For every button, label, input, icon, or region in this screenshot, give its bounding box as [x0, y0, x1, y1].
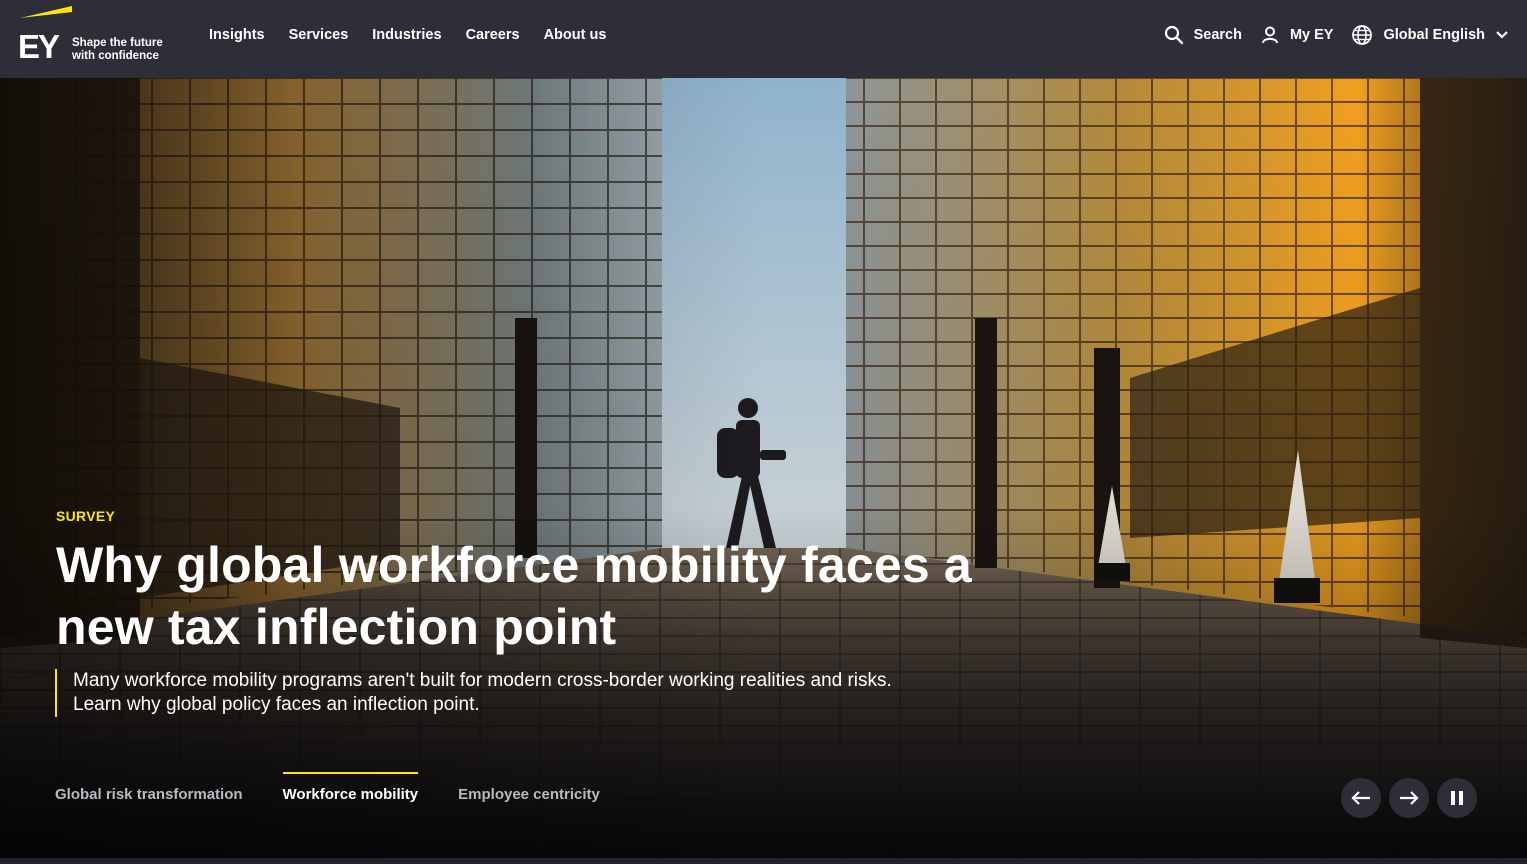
arrow-right-icon	[1400, 791, 1419, 805]
carousel-tabs: Global risk transformation Workforce mob…	[55, 772, 600, 818]
nav-item-careers[interactable]: Careers	[466, 24, 520, 46]
utility-nav: Search My EY Global English	[1164, 24, 1509, 46]
my-ey-button[interactable]: My EY	[1260, 24, 1334, 46]
hero-headline[interactable]: Why global workforce mobility faces a ne…	[56, 534, 1056, 658]
tab-global-risk-transformation[interactable]: Global risk transformation	[55, 772, 243, 818]
summary-line-1: Many workforce mobility programs aren't …	[73, 670, 892, 691]
logo-beam-icon	[20, 6, 72, 18]
my-ey-label: My EY	[1289, 27, 1334, 43]
search-button[interactable]: Search	[1164, 24, 1242, 46]
logo-tagline: Shape the future with confidence	[72, 37, 172, 62]
previous-slide-button[interactable]	[1341, 778, 1381, 818]
tagline-line-2: with confidence	[72, 49, 159, 62]
tab-employee-centricity[interactable]: Employee centricity	[458, 772, 600, 818]
arrow-left-icon	[1351, 791, 1370, 805]
tab-workforce-mobility[interactable]: Workforce mobility	[282, 772, 418, 818]
carousel-controls	[1341, 778, 1477, 818]
tagline-line-1: Shape the future	[72, 37, 163, 49]
main-nav: Insights Services Industries Careers Abo…	[209, 24, 606, 46]
nav-item-insights[interactable]: Insights	[209, 24, 265, 46]
pause-icon	[1451, 791, 1463, 805]
nav-item-services[interactable]: Services	[289, 24, 349, 46]
nav-item-about-us[interactable]: About us	[544, 24, 607, 46]
hero-summary: Many workforce mobility programs aren't …	[55, 669, 1015, 717]
pause-button[interactable]	[1437, 778, 1477, 818]
language-selector[interactable]: Global English	[1351, 24, 1509, 46]
headline-line-1: Why global workforce mobility faces a	[56, 537, 972, 593]
globe-icon	[1352, 25, 1373, 45]
user-icon	[1261, 26, 1278, 44]
hero-eyebrow: SURVEY	[56, 508, 116, 524]
page-bottom-edge	[0, 858, 1527, 864]
search-label: Search	[1193, 27, 1242, 43]
hero-carousel: SURVEY Why global workforce mobility fac…	[0, 78, 1527, 858]
language-label: Global English	[1383, 27, 1485, 43]
headline-line-2: new tax inflection point	[56, 599, 617, 655]
summary-line-2: Learn why global policy faces an inflect…	[73, 694, 480, 715]
ey-logo[interactable]: EY Shape the future with confidence	[18, 6, 168, 66]
chevron-down-icon	[1496, 31, 1508, 39]
next-slide-button[interactable]	[1389, 778, 1429, 818]
logo-wordmark: EY	[18, 28, 60, 65]
search-icon	[1164, 25, 1183, 45]
nav-item-industries[interactable]: Industries	[372, 24, 441, 46]
site-header: EY Shape the future with confidence Insi…	[0, 0, 1527, 78]
hero-image	[0, 78, 1527, 858]
